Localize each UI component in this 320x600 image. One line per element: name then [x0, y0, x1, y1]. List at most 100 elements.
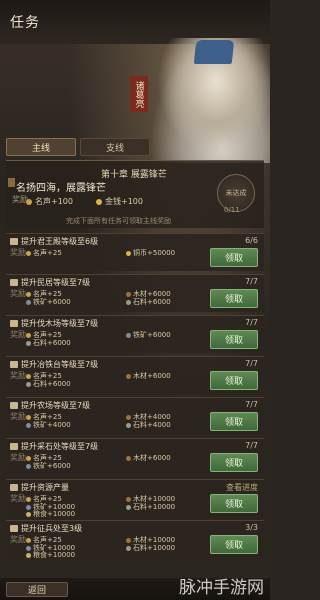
resource-icon — [126, 545, 131, 551]
resource-icon — [26, 511, 31, 517]
resource-icon — [26, 537, 31, 543]
resource-icon — [126, 373, 131, 379]
resource-icon — [126, 455, 131, 461]
footer-bar: 返回 脉冲手游网 — [0, 578, 270, 600]
story-reward-text: 金钱+100 — [105, 197, 143, 206]
back-button[interactable]: 返回 — [6, 582, 68, 597]
task-reward-text: 石料+10000 — [133, 544, 176, 552]
task-reward-text: 木材+6000 — [133, 454, 171, 462]
task-reward-text: 铁矿+6000 — [33, 298, 71, 306]
task-progress: 7/7 — [245, 441, 258, 450]
story-hint: 完成下面所有任务可领取主线奖励 — [66, 217, 171, 225]
task-reward: 石料+10000 — [126, 543, 175, 553]
task-icon — [10, 238, 18, 245]
task-progress[interactable]: 查看进度 — [226, 482, 258, 493]
task-reward: 铁矿+4000 — [26, 420, 71, 430]
task-list: 提升君王殿等级至6级 6/6 奖励 名声+25 铜币+50000 领取 提升民居等级至7级 7… — [6, 233, 264, 561]
reward-label: 奖励 — [10, 494, 26, 503]
task-progress: 7/7 — [245, 400, 258, 409]
character-hat — [193, 40, 235, 64]
task-reward-text: 铁矿+6000 — [33, 462, 71, 470]
tab-main[interactable]: 主线 — [6, 138, 76, 156]
story-progress: 0/11 — [224, 206, 240, 214]
fame-icon — [26, 198, 32, 205]
task-progress: 6/6 — [245, 236, 258, 245]
tab-side[interactable]: 支线 — [80, 138, 150, 156]
task-row: 提升君王殿等级至6级 6/6 奖励 名声+25 铜币+50000 领取 — [6, 233, 264, 271]
claim-button[interactable]: 领取 — [210, 289, 258, 308]
story-name: 名扬四海，展露锋芒 — [16, 183, 106, 194]
task-name: 提升采石处等级至7级 — [21, 442, 99, 451]
task-progress: 3/3 — [245, 523, 258, 532]
character-name-seal: 诸葛亮 — [130, 76, 148, 112]
task-progress: 7/7 — [245, 359, 258, 368]
task-reward: 石料+6000 — [26, 379, 71, 389]
claim-button[interactable]: 领取 — [210, 535, 258, 554]
watermark-text: 脉冲手游网 — [179, 578, 264, 598]
task-reward: 石料+4000 — [126, 420, 171, 430]
coin-icon — [96, 198, 102, 205]
task-progress: 7/7 — [245, 277, 258, 286]
chapter-title: 第十章 展露锋芒 — [101, 170, 167, 180]
resource-icon — [26, 332, 31, 338]
reward-label: 奖励 — [10, 289, 26, 298]
claim-button[interactable]: 领取 — [210, 453, 258, 472]
reward-label: 奖励 — [10, 248, 26, 257]
resource-icon — [26, 422, 31, 428]
tab-bar: 主线 支线 — [6, 138, 150, 156]
reward-label: 奖励 — [10, 453, 26, 462]
resource-icon — [126, 299, 131, 305]
task-name: 提升征兵处至3级 — [21, 524, 83, 533]
claim-button[interactable]: 领取 — [210, 412, 258, 431]
task-reward: 石料+6000 — [26, 338, 71, 348]
resource-icon — [26, 496, 31, 502]
task-icon — [10, 402, 18, 409]
task-icon — [10, 361, 18, 368]
task-reward-text: 石料+6000 — [133, 298, 171, 306]
resource-icon — [26, 455, 31, 461]
task-icon — [10, 443, 18, 450]
page-title: 任务 — [10, 15, 40, 31]
task-reward-text: 石料+6000 — [33, 380, 71, 388]
claim-button[interactable]: 领取 — [210, 494, 258, 513]
resource-icon — [26, 291, 31, 297]
task-name: 提升伐木场等级至7级 — [21, 319, 99, 328]
task-reward: 木材+6000 — [126, 371, 171, 381]
task-reward: 粮食+10000 — [26, 550, 75, 560]
task-progress: 7/7 — [245, 318, 258, 327]
claim-button[interactable]: 领取 — [210, 248, 258, 267]
task-reward-text: 铜币+50000 — [133, 249, 176, 257]
task-name: 提升冶铁台等级至7级 — [21, 360, 99, 369]
task-name: 提升民居等级至7级 — [21, 278, 91, 287]
claim-button[interactable]: 领取 — [210, 330, 258, 349]
task-icon — [10, 484, 18, 491]
task-reward-text: 铁矿+4000 — [33, 421, 71, 429]
resource-icon — [26, 552, 31, 558]
task-reward: 铁矿+6000 — [26, 461, 71, 471]
task-reward-text: 木材+6000 — [133, 372, 171, 380]
task-reward-text: 名声+25 — [33, 249, 62, 257]
task-icon — [10, 320, 18, 327]
resource-icon — [126, 291, 131, 297]
reward-label: 奖励 — [10, 330, 26, 339]
task-icon — [10, 525, 18, 532]
task-reward: 石料+10000 — [126, 502, 175, 512]
task-reward-text: 石料+4000 — [133, 421, 171, 429]
task-reward: 木材+6000 — [126, 453, 171, 463]
task-reward: 铁矿+6000 — [126, 330, 171, 340]
task-row: 提升采石处等级至7级 7/7 奖励 名声+25 木材+6000 铁矿+6000 领取 — [6, 438, 264, 476]
task-row: 提升伐木场等级至7级 7/7 奖励 名声+25 铁矿+6000 石料+6000 领取 — [6, 315, 264, 353]
reward-label: 奖励 — [10, 535, 26, 544]
story-reward-coin: 金钱+100 — [96, 196, 143, 207]
task-row: 提升征兵处至3级 3/3 奖励 名声+25 木材+10000 铁矿+10000 石料+100… — [6, 520, 264, 560]
main-story-panel: 第十章 展露锋芒 名扬四海，展露锋芒 奖励 名声+100 金钱+100 完成下面… — [6, 160, 264, 228]
reward-label: 奖励 — [10, 371, 26, 380]
resource-icon — [126, 504, 131, 510]
resource-icon — [26, 463, 31, 469]
resource-icon — [26, 299, 31, 305]
task-row: 提升冶铁台等级至7级 7/7 奖励 名声+25 木材+6000 石料+6000 领取 — [6, 356, 264, 394]
reward-label: 奖励 — [10, 412, 26, 421]
task-reward-text: 铁矿+6000 — [133, 331, 171, 339]
task-name: 提升资源产量 — [21, 483, 69, 492]
claim-button[interactable]: 领取 — [210, 371, 258, 390]
